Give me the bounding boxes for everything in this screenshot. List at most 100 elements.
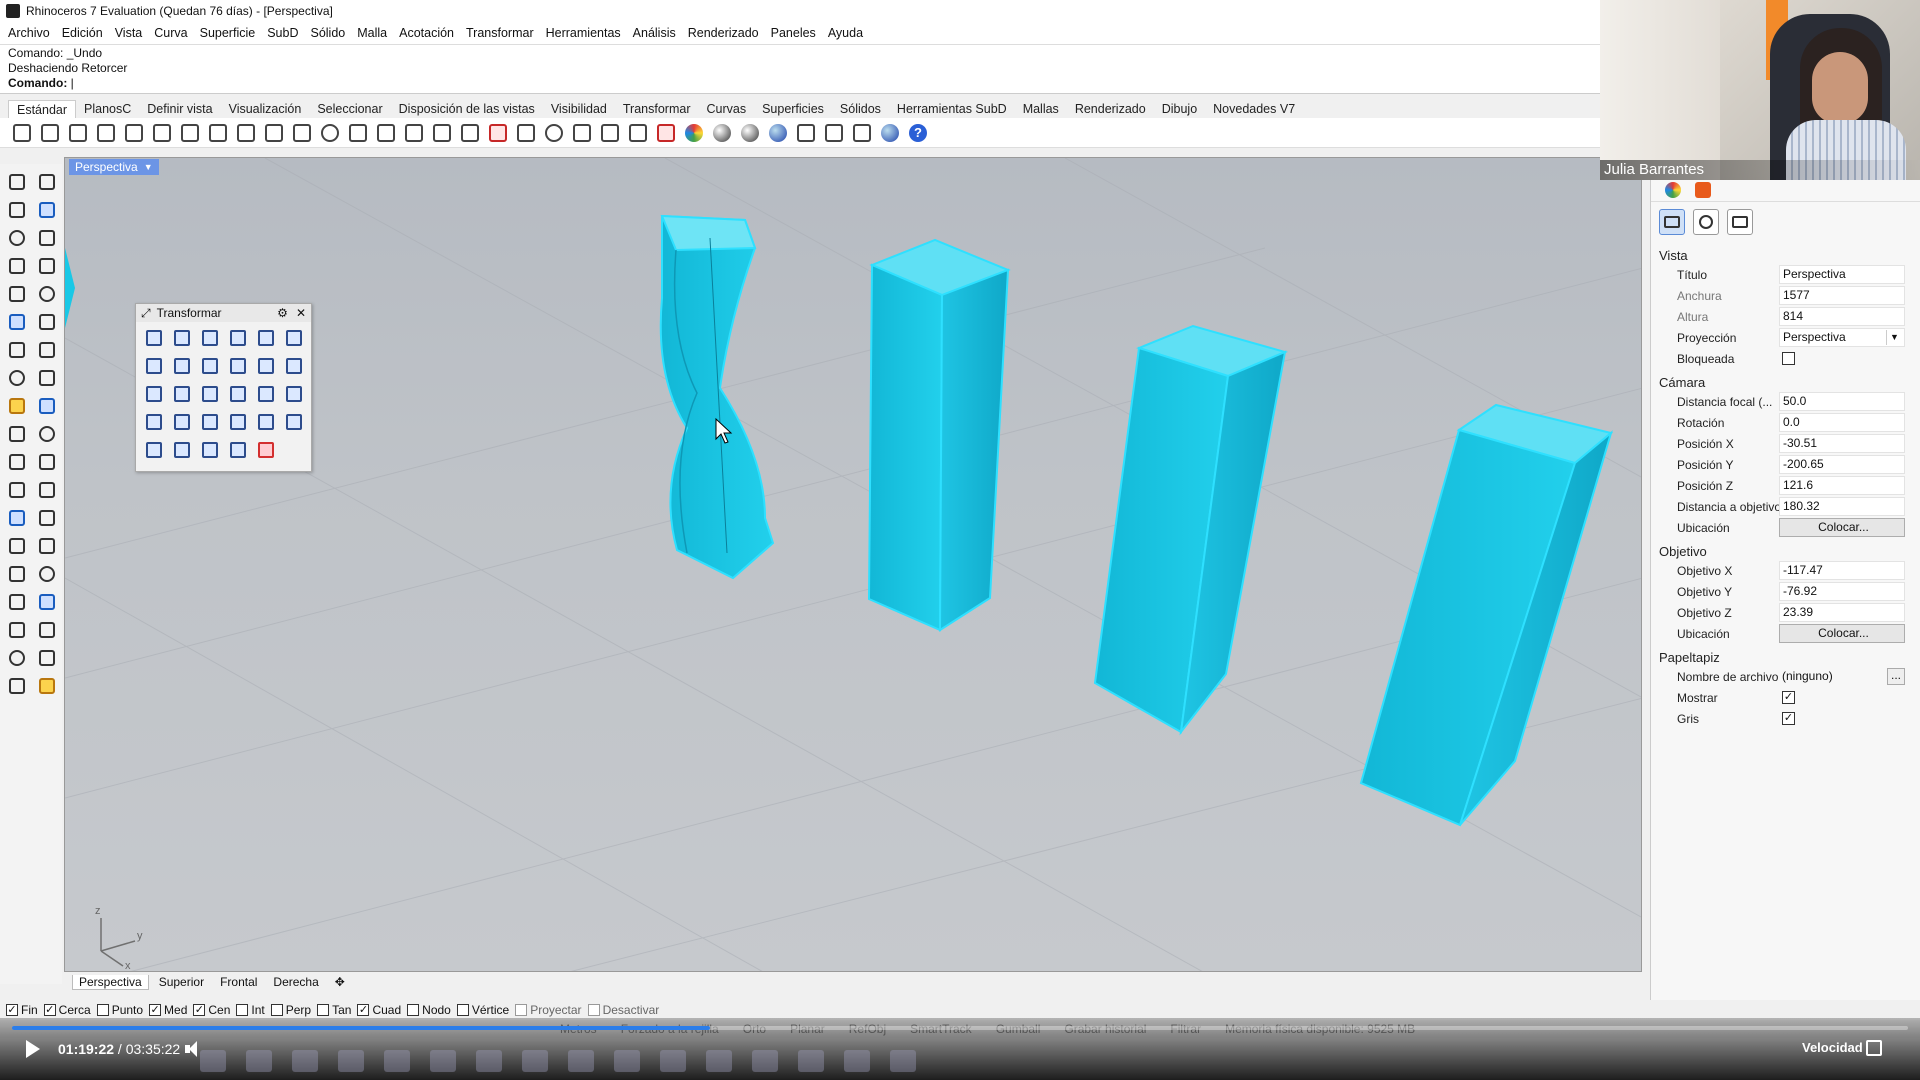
curve-icon[interactable] (33, 196, 61, 224)
car-icon[interactable] (486, 121, 510, 145)
menu-item-0[interactable]: Archivo (2, 26, 56, 40)
menu-item-5[interactable]: SubD (261, 26, 304, 40)
copy-icon[interactable] (178, 121, 202, 145)
browse-button[interactable]: ... (1887, 668, 1905, 685)
split-icon[interactable] (33, 420, 61, 448)
oy-field[interactable]: -76.92 (1779, 582, 1905, 601)
transform-tool-icon[interactable] (224, 324, 252, 352)
menu-item-4[interactable]: Superficie (194, 26, 262, 40)
zoom-selected-icon[interactable] (402, 121, 426, 145)
select-icon[interactable] (3, 168, 31, 196)
box-tower-4[interactable] (1359, 403, 1614, 827)
rectangle-icon[interactable] (33, 252, 61, 280)
osnap-checkbox[interactable] (96, 1004, 109, 1016)
array-icon[interactable] (33, 448, 61, 476)
transform-tool-icon[interactable] (168, 436, 196, 464)
frame-icon[interactable] (1727, 209, 1753, 235)
paste-icon[interactable] (206, 121, 230, 145)
bloqueada-checkbox[interactable] (1782, 352, 1795, 365)
osnap-item[interactable]: Vértice (456, 1003, 509, 1017)
osnap-item[interactable]: ✓ Cen (193, 1003, 230, 1017)
circle-plane-icon[interactable] (542, 121, 566, 145)
save-icon[interactable] (66, 121, 90, 145)
explode-icon[interactable] (3, 392, 31, 420)
globe-icon[interactable] (878, 121, 902, 145)
box-tower-2[interactable] (867, 238, 1011, 632)
polygon2-icon[interactable] (3, 280, 31, 308)
rendered-sphere-icon[interactable] (766, 121, 790, 145)
menu-item-12[interactable]: Renderizado (682, 26, 765, 40)
arc-icon[interactable] (33, 280, 61, 308)
transform-tool-icon[interactable] (168, 408, 196, 436)
box-icon[interactable] (3, 336, 31, 364)
toolbar-tab[interactable]: Seleccionar (309, 100, 390, 118)
chevron-down-icon[interactable]: ▼ (1886, 330, 1902, 345)
open-icon[interactable] (38, 121, 62, 145)
transform-tool-icon[interactable] (224, 352, 252, 380)
extrude-icon[interactable] (3, 364, 31, 392)
check-icon[interactable] (33, 644, 61, 672)
transform-tool-icon[interactable] (168, 380, 196, 408)
paint-icon[interactable] (33, 672, 61, 700)
osnap-checkbox[interactable] (515, 1004, 528, 1016)
target-place-button[interactable]: Colocar... (1779, 624, 1905, 643)
transform-tool-icon[interactable] (280, 352, 308, 380)
osnap-item[interactable]: Desactivar (587, 1003, 659, 1017)
toolbar-tab[interactable]: PlanosC (76, 100, 139, 118)
toolbar-tab[interactable]: Herramientas SubD (889, 100, 1015, 118)
proyeccion-select[interactable]: Perspectiva ▼ (1779, 328, 1905, 347)
menu-item-13[interactable]: Paneles (765, 26, 822, 40)
toolbar-tab[interactable]: Mallas (1015, 100, 1067, 118)
grid-icon[interactable] (850, 121, 874, 145)
cut-icon[interactable] (150, 121, 174, 145)
volume-icon[interactable] (184, 1040, 206, 1058)
menu-item-1[interactable]: Edición (56, 26, 109, 40)
light-icon[interactable] (598, 121, 622, 145)
lock-icon[interactable] (626, 121, 650, 145)
osnap-checkbox[interactable]: ✓ (193, 1004, 206, 1016)
drag-handle-icon[interactable]: ⤢ (141, 306, 151, 321)
osnap-checkbox[interactable]: ✓ (6, 1004, 18, 1016)
transform-tool-icon[interactable] (280, 324, 308, 352)
perspective-viewport[interactable]: y x z Perspectiva ▼ (64, 157, 1642, 972)
focal-field[interactable]: 50.0 (1779, 392, 1905, 411)
osnap-checkbox[interactable]: ✓ (149, 1004, 162, 1016)
move-icon[interactable] (3, 532, 31, 560)
osnap-checkbox[interactable] (456, 1004, 469, 1016)
transform-tool-icon[interactable] (168, 324, 196, 352)
posx-field[interactable]: -30.51 (1779, 434, 1905, 453)
gris-checkbox[interactable]: ✓ (1782, 712, 1795, 725)
zoom-extents-icon[interactable] (374, 121, 398, 145)
settings-icon[interactable] (822, 121, 846, 145)
osnap-item[interactable]: Punto (96, 1003, 143, 1017)
menu-item-9[interactable]: Transformar (460, 26, 540, 40)
mostrar-checkbox[interactable]: ✓ (1782, 691, 1795, 704)
osnap-item[interactable]: ✓ Med (149, 1003, 187, 1017)
ellipse-icon[interactable] (33, 224, 61, 252)
twisted-tower[interactable] (659, 214, 775, 580)
osnap-item[interactable]: ✓ Fin (6, 1003, 38, 1017)
transform-tool-icon[interactable] (224, 436, 252, 464)
fillet-icon[interactable] (33, 392, 61, 420)
viewport-tab[interactable]: Superior (153, 975, 210, 989)
transform-tool-icon[interactable] (252, 352, 280, 380)
menu-item-8[interactable]: Acotación (393, 26, 460, 40)
transform-tool-icon[interactable] (140, 380, 168, 408)
osnap-checkbox[interactable] (587, 1004, 600, 1016)
osnap-item[interactable]: Tan (317, 1003, 351, 1017)
block-icon[interactable] (33, 560, 61, 588)
ox-field[interactable]: -117.47 (1779, 561, 1905, 580)
toolbar-tab[interactable]: Visualización (221, 100, 310, 118)
gear-icon[interactable]: ⚙ (277, 306, 288, 320)
camera-icon[interactable] (1659, 209, 1685, 235)
measure-icon[interactable] (33, 588, 61, 616)
video-progress-bar[interactable] (12, 1026, 1908, 1030)
osnap-item[interactable]: Proyectar (515, 1003, 582, 1017)
oz-field[interactable]: 23.39 (1779, 603, 1905, 622)
box-tower-3[interactable] (1093, 324, 1289, 736)
toolbar-tab[interactable]: Transformar (615, 100, 699, 118)
posz-field[interactable]: 121.6 (1779, 476, 1905, 495)
layer-icon[interactable] (654, 121, 678, 145)
osnap-checkbox[interactable]: ✓ (43, 1004, 56, 1016)
zoom-icon[interactable] (318, 121, 342, 145)
